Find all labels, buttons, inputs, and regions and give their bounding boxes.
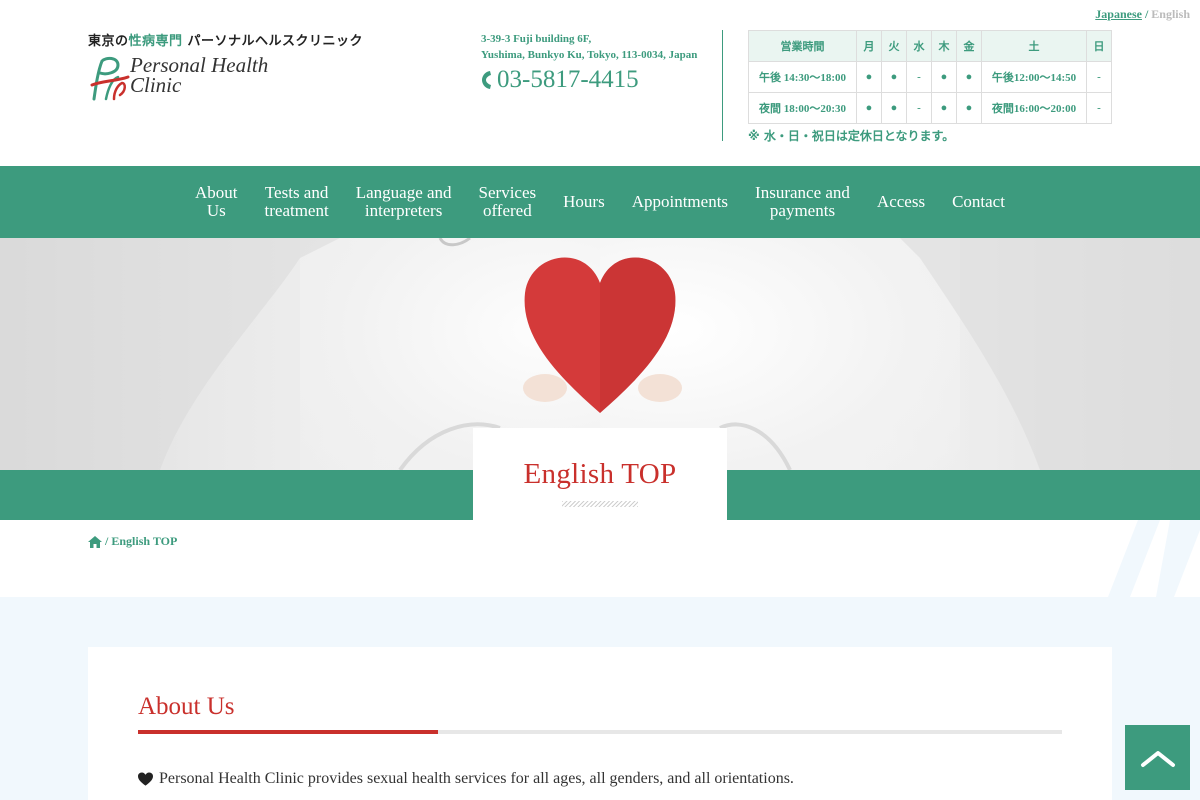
header-divider bbox=[722, 30, 723, 141]
nav-label: Services bbox=[478, 183, 537, 202]
nav-label: Language and bbox=[355, 183, 452, 202]
nav-label: offered bbox=[482, 201, 532, 220]
hours-header-sun: 日 bbox=[1086, 30, 1112, 62]
clinic-address: 3-39-3 Fuji building 6F, Yushima, Bunkyo… bbox=[481, 31, 697, 63]
about-card: About Us Personal Health Clinic provides… bbox=[88, 647, 1112, 800]
logo-mark-icon bbox=[90, 56, 130, 101]
hours-note: ※ 水・日・祝日は定休日となります。 bbox=[748, 129, 955, 143]
chevron-up-icon bbox=[1140, 750, 1175, 767]
hours-cell: - bbox=[1086, 92, 1112, 124]
hours-cell: 午後12:00〜14:50 bbox=[981, 61, 1087, 93]
phone-number[interactable]: 03-5817-4415 bbox=[481, 66, 639, 94]
nav-label: Contact bbox=[952, 192, 1005, 211]
hours-header-tue: 火 bbox=[881, 30, 907, 62]
hours-cell: ● bbox=[931, 61, 957, 93]
nav-services-offered[interactable]: Services offered bbox=[465, 184, 550, 220]
hours-header-row: 営業時間 月 火 水 木 金 土 日 bbox=[748, 30, 1112, 62]
nav-label: Access bbox=[876, 192, 926, 211]
hours-cell: ● bbox=[856, 92, 882, 124]
tagline-suffix: パーソナルヘルスクリニック bbox=[182, 34, 364, 49]
hours-row-evening: 夜間 18:00〜20:30 ● ● - ● ● 夜間16:00〜20:00 - bbox=[748, 92, 1112, 124]
site-header: 東京の性病専門 パーソナルヘルスクリニック Personal Health Cl… bbox=[0, 0, 1200, 166]
nav-hours[interactable]: Hours bbox=[550, 193, 619, 211]
logo-text: Personal Health Clinic bbox=[130, 53, 269, 97]
clinic-logo[interactable]: Personal Health Clinic bbox=[88, 55, 288, 101]
about-text-line: Personal Health Clinic provides sexual h… bbox=[138, 770, 794, 788]
hours-header-wed: 水 bbox=[906, 30, 932, 62]
about-heading: About Us bbox=[138, 693, 235, 720]
nav-language-and-interpreters[interactable]: Language and interpreters bbox=[342, 184, 465, 220]
phone-icon bbox=[482, 71, 491, 89]
tagline-highlight: 性病専門 bbox=[128, 34, 183, 49]
home-icon[interactable] bbox=[88, 535, 102, 548]
page-title-box: English TOP bbox=[473, 428, 727, 520]
back-to-top-button[interactable] bbox=[1125, 725, 1190, 790]
nav-appointments[interactable]: Appointments bbox=[618, 193, 741, 211]
tagline: 東京の性病専門 パーソナルヘルスクリニック bbox=[88, 30, 363, 49]
nav-label: interpreters bbox=[364, 201, 443, 220]
nav-access[interactable]: Access bbox=[863, 193, 938, 211]
nav-label: Us bbox=[206, 201, 226, 220]
hours-row-afternoon: 午後 14:30〜18:00 ● ● - ● ● 午後12:00〜14:50 - bbox=[748, 61, 1112, 93]
main-nav: About Us Tests and treatment Language and i… bbox=[0, 166, 1200, 238]
business-hours-table: 営業時間 月 火 水 木 金 土 日 午後 14:30〜18:00 ● ● - … bbox=[748, 30, 1112, 124]
nav-label: treatment bbox=[264, 201, 329, 220]
hours-cell: 午後 14:30〜18:00 bbox=[748, 61, 857, 93]
breadcrumb-current: English TOP bbox=[111, 534, 178, 548]
tagline-prefix: 東京の bbox=[88, 34, 129, 49]
hours-cell: 夜間 18:00〜20:30 bbox=[748, 92, 857, 124]
nav-insurance-and-payments[interactable]: Insurance and payments bbox=[742, 184, 864, 220]
hours-header-fri: 金 bbox=[956, 30, 982, 62]
breadcrumb-separator: / bbox=[105, 534, 109, 548]
nav-contact[interactable]: Contact bbox=[939, 193, 1019, 211]
nav-label: payments bbox=[769, 201, 836, 220]
nav-label: Insurance and bbox=[755, 183, 850, 202]
hours-cell: 夜間16:00〜20:00 bbox=[981, 92, 1087, 124]
phone-text: 03-5817-4415 bbox=[497, 66, 639, 93]
logo-line-1: Personal Health bbox=[130, 53, 269, 77]
hours-cell: ● bbox=[956, 61, 982, 93]
hours-header-thu: 木 bbox=[931, 30, 957, 62]
breadcrumb: / English TOP bbox=[88, 534, 177, 549]
logo-line-2: Clinic bbox=[130, 73, 182, 97]
address-line-2: Yushima, Bunkyo Ku, Tokyo, 113-0034, Jap… bbox=[481, 49, 698, 61]
hours-cell: ● bbox=[931, 92, 957, 124]
address-line-1: 3-39-3 Fuji building 6F, bbox=[481, 33, 592, 45]
decorative-slash bbox=[1108, 520, 1200, 597]
nav-tests-and-treatment[interactable]: Tests and treatment bbox=[251, 184, 342, 220]
hours-cell: - bbox=[1086, 61, 1112, 93]
heart-icon bbox=[138, 772, 153, 786]
nav-label: Hours bbox=[563, 192, 605, 211]
hours-cell: ● bbox=[956, 92, 982, 124]
nav-label: Appointments bbox=[631, 192, 729, 211]
heading-underline-accent bbox=[138, 730, 438, 734]
nav-label: Tests and bbox=[264, 183, 329, 202]
nav-about-us[interactable]: About Us bbox=[182, 184, 252, 220]
hours-cell: ● bbox=[856, 61, 882, 93]
hours-cell: ● bbox=[881, 92, 907, 124]
page-title: English TOP bbox=[523, 458, 677, 490]
hours-header-mon: 月 bbox=[856, 30, 882, 62]
hours-header-sat: 土 bbox=[981, 30, 1087, 62]
nav-label: About bbox=[195, 183, 238, 202]
hours-header-label: 営業時間 bbox=[748, 30, 857, 62]
title-decoration bbox=[562, 501, 638, 507]
about-text: Personal Health Clinic provides sexual h… bbox=[159, 770, 794, 787]
hours-cell: ● bbox=[881, 61, 907, 93]
hours-cell: - bbox=[906, 92, 932, 124]
hours-cell: - bbox=[906, 61, 932, 93]
